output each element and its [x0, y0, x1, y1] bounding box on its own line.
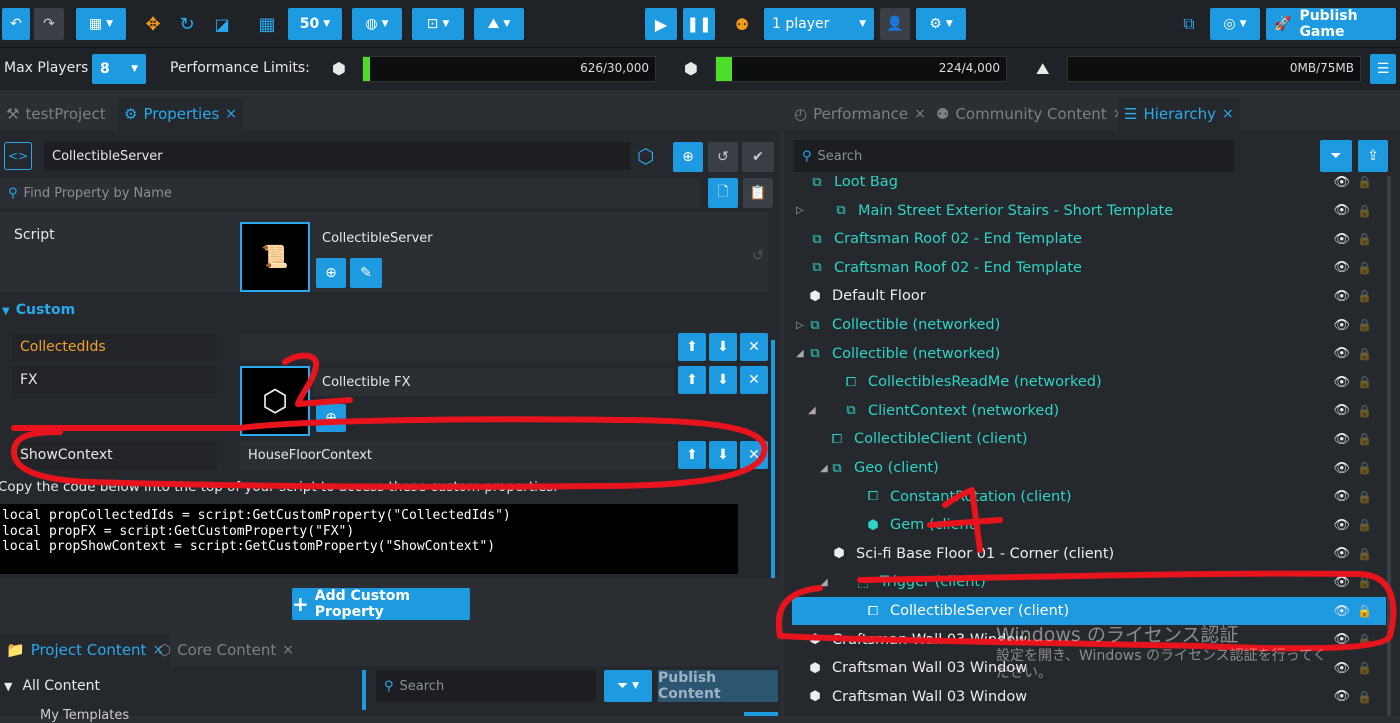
annotation-numeral-1: [927, 487, 1003, 553]
activation-watermark-title: Windows のライセンス認証: [996, 624, 1239, 646]
annotation-numeral-2: [282, 352, 353, 407]
activation-watermark-text: 設定を開き、Windows のライセンス認証を行ってください。: [996, 648, 1327, 681]
red-annotation-overlay: 1 2: [11, 352, 1397, 652]
annotation-label-1: 1: [1004, 519, 1005, 521]
